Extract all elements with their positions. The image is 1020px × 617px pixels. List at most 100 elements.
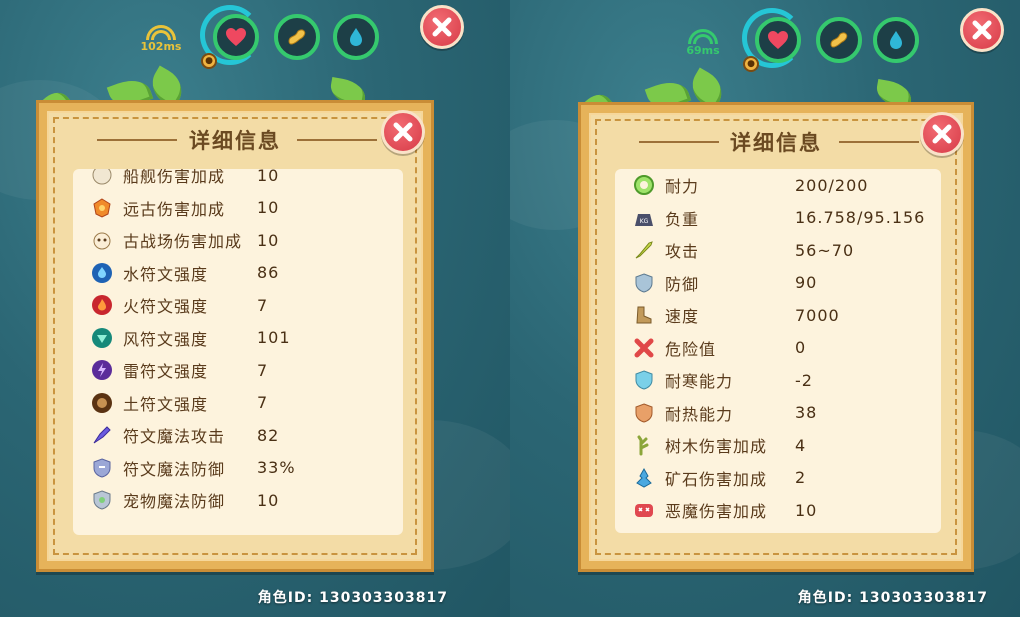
stat-value: 10 [257,230,280,250]
stat-label: 水符文强度 [123,264,209,284]
health-button[interactable] [755,17,801,63]
outer-close-button[interactable] [960,8,1004,52]
weight-icon: KG [633,207,655,229]
boot-icon [633,304,655,326]
panel-close-button[interactable] [920,112,964,156]
stat-label: 宠物魔法防御 [123,492,226,511]
water-drop-icon [890,31,902,49]
sword-icon [633,239,655,261]
stat-value: 0 [795,338,807,357]
shield-icon [633,272,655,294]
ship-icon [91,169,113,186]
heart-icon [226,28,246,46]
stat-row: 船舰伤害加成 10 [73,169,403,191]
ping-indicator: 69ms [678,29,728,57]
battlefield-icon [91,229,113,251]
pet-defense-icon [91,489,113,511]
stat-row: 耐寒能力 -2 [615,364,941,396]
panel-title: 详细信息 [730,131,822,155]
stat-row: 速度 7000 [615,299,941,331]
water-button[interactable] [333,14,379,60]
character-id: 角色ID: 130303303817 [797,590,988,606]
stat-label: 雷符文强度 [123,362,209,381]
detail-panel: 详细信息 船舰伤害加成 10 远古伤害加成 10 古战场伤害加成 10 水符文强度 86 火符文… [36,100,434,572]
stat-label: 耐力 [665,177,700,196]
stat-value: 7 [257,393,269,412]
stat-row: 防御 90 [615,267,941,299]
stat-label: 远古伤害加成 [123,199,226,219]
ping-text: 69ms [686,44,720,57]
close-icon [393,122,413,142]
stat-row: 恶魔伤害加成 10 [615,494,941,526]
ancient-icon [91,197,113,219]
signal-icon [688,29,718,44]
stat-value: 33% [257,458,296,477]
stat-label: 符文魔法防御 [123,459,226,479]
wind-rune-icon [91,327,113,349]
stat-row: 攻击 56~70 [615,234,941,266]
left-screen: 102ms ● 详细信息 船舰伤害加成 10 远古伤害加成 10 古战场伤害加成 10 水符… [0,0,510,617]
stat-value: 4 [795,435,807,455]
stat-value: 56~70 [795,240,855,260]
stats-list[interactable]: 耐力 200/200 KG 负重 16.758/95.156 攻击 56~70 防御 90 速度 7… [615,169,941,533]
stat-value: 10 [257,490,280,510]
close-icon [432,17,452,37]
stats-list[interactable]: 船舰伤害加成 10 远古伤害加成 10 古战场伤害加成 10 水符文强度 86 火符文强度 7 风符… [73,169,403,535]
water-button[interactable] [873,17,919,63]
stat-row: 耐热能力 38 [615,397,941,429]
stat-value: 10 [795,500,818,520]
stat-label: 攻击 [665,242,700,261]
right-screen: 69ms ● 详细信息 耐力 200/200 KG 负重 16.758/95.156 攻击… [510,0,1020,617]
danger-icon [633,337,655,359]
outer-close-button[interactable] [420,5,464,49]
stat-row: KG 负重 16.758/95.156 [615,202,941,234]
thunder-rune-icon [91,359,113,381]
fire-rune-icon [91,294,113,316]
stat-label: 恶魔伤害加成 [665,502,768,521]
signal-icon [146,25,176,40]
heat-shield-icon [633,402,655,424]
stat-value: 10 [257,198,280,217]
hunger-button[interactable] [816,17,862,63]
health-button[interactable] [213,14,259,60]
stat-row: 符文魔法攻击 82 [73,419,403,451]
stat-value: 101 [257,328,291,347]
rune-attack-icon [91,424,113,446]
food-icon [288,29,306,45]
stat-label: 矿石伤害加成 [665,469,768,489]
ore-icon [633,467,655,489]
stat-label: 危险值 [665,339,717,359]
stat-value: 10 [257,169,280,185]
stat-row: 树木伤害加成 4 [615,429,941,461]
stat-label: 耐热能力 [665,404,734,424]
ping-text: 102ms [140,40,182,53]
stat-label: 树木伤害加成 [665,437,768,456]
stat-value: 7 [257,295,269,315]
stamina-icon [633,174,655,196]
stat-row: 矿石伤害加成 2 [615,462,941,494]
close-icon [932,124,952,144]
water-rune-icon [91,262,113,284]
stat-value: 16.758/95.156 [795,208,926,227]
stat-row: 火符文强度 7 [73,289,403,321]
stat-row: 风符文强度 101 [73,322,403,354]
stat-value: 86 [257,263,280,282]
demon-icon [633,499,655,521]
character-id: 角色ID: 130303303817 [257,590,448,606]
stat-value: 200/200 [795,175,869,195]
tree-icon [633,434,655,456]
pet-badge-icon: ● [201,53,217,69]
stat-label: 船舰伤害加成 [123,169,226,186]
panel-close-button[interactable] [381,110,425,154]
water-drop-icon [350,28,362,46]
stat-row: 宠物魔法防御 10 [73,484,403,516]
stat-value: -2 [795,370,813,390]
stat-row: 远古伤害加成 10 [73,192,403,224]
stat-label: 风符文强度 [123,329,209,349]
hunger-button[interactable] [274,14,320,60]
cold-shield-icon [633,369,655,391]
stat-row: 耐力 200/200 [615,169,941,201]
stat-label: 符文魔法攻击 [123,427,226,446]
svg-text:KG: KG [640,218,649,225]
stat-value: 38 [795,403,818,422]
